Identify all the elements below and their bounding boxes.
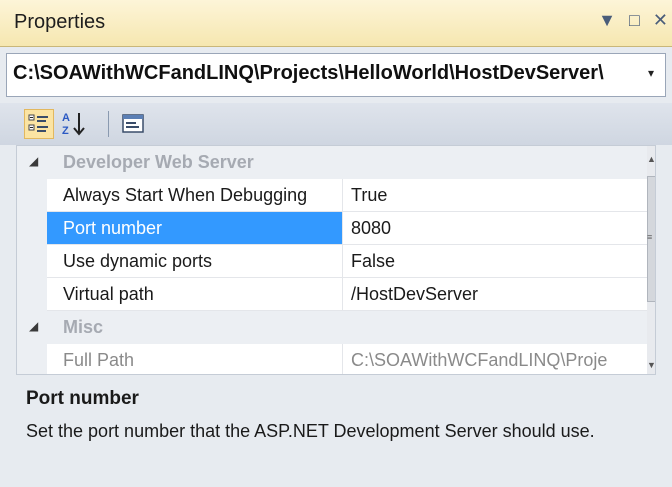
window-menu-dropdown-icon[interactable]: ▼ [598, 10, 616, 30]
svg-text:A: A [62, 112, 70, 124]
property-value[interactable]: /HostDevServer [343, 278, 649, 310]
toolbar-separator [108, 111, 109, 137]
property-name: Full Path [47, 344, 343, 374]
category-label: Misc [63, 317, 104, 337]
description-text: Set the port number that the ASP.NET Dev… [26, 421, 595, 441]
window-buttons: ▼ □ ✕ [590, 10, 668, 31]
category-row[interactable]: ◢ Developer Web Server [17, 146, 649, 179]
categorized-view-icon [28, 114, 48, 132]
property-grid: ◢ Developer Web Server Always Start When… [16, 145, 656, 375]
expand-triangle-icon[interactable]: ◢ [29, 154, 38, 168]
row-gutter [17, 212, 47, 245]
properties-window: Properties ▼ □ ✕ C:\SOAWithWCFandLINQ\Pr… [0, 0, 672, 487]
property-name: Virtual path [47, 278, 343, 310]
row-gutter [17, 179, 47, 212]
property-row[interactable]: Full Path C:\SOAWithWCFandLINQ\Proje [17, 344, 649, 374]
property-name: Always Start When Debugging [47, 179, 343, 211]
property-value[interactable]: C:\SOAWithWCFandLINQ\Proje [343, 344, 649, 374]
category-row[interactable]: ◢ Misc [17, 311, 649, 344]
property-name: Port number [47, 212, 343, 244]
row-gutter [17, 344, 47, 374]
property-pages-button[interactable] [118, 109, 148, 139]
expand-triangle-icon[interactable]: ◢ [29, 319, 38, 333]
property-value[interactable]: False [343, 245, 649, 277]
row-gutter [17, 245, 47, 278]
description-title: Port number [26, 388, 139, 409]
properties-toolbar: A Z [0, 103, 672, 145]
row-gutter [17, 278, 47, 311]
close-icon[interactable]: ✕ [653, 10, 668, 30]
object-selector-combobox[interactable]: C:\SOAWithWCFandLINQ\Projects\HelloWorld… [6, 53, 666, 97]
alphabetical-sort-icon: A Z [62, 112, 85, 137]
category-label: Developer Web Server [63, 152, 254, 172]
property-pages-icon [122, 114, 144, 133]
description-panel: Port number Set the port number that the… [16, 378, 656, 478]
svg-text:Z: Z [62, 125, 69, 137]
scroll-down-icon[interactable]: ▼ [647, 360, 655, 370]
property-name: Use dynamic ports [47, 245, 343, 277]
object-selector-value: C:\SOAWithWCFandLINQ\Projects\HelloWorld… [13, 62, 604, 84]
title-bar[interactable]: Properties ▼ □ ✕ [0, 0, 672, 47]
property-row[interactable]: Always Start When Debugging True [17, 179, 649, 212]
property-row[interactable]: Virtual path /HostDevServer [17, 278, 649, 311]
vertical-scrollbar[interactable]: ▲ ≡ ▼ [647, 146, 655, 374]
maximize-icon[interactable]: □ [629, 10, 640, 30]
window-title: Properties [14, 11, 106, 33]
categorized-button[interactable] [24, 109, 54, 139]
property-value[interactable]: True [343, 179, 649, 211]
property-row-selected[interactable]: Port number 8080 [17, 212, 649, 245]
scroll-up-icon[interactable]: ▲ [647, 154, 655, 164]
property-row[interactable]: Use dynamic ports False [17, 245, 649, 278]
scroll-grip-icon: ≡ [647, 232, 653, 242]
chevron-down-icon[interactable]: ▾ [648, 66, 654, 80]
alphabetical-button[interactable]: A Z [60, 109, 90, 139]
property-value[interactable]: 8080 [343, 212, 649, 244]
